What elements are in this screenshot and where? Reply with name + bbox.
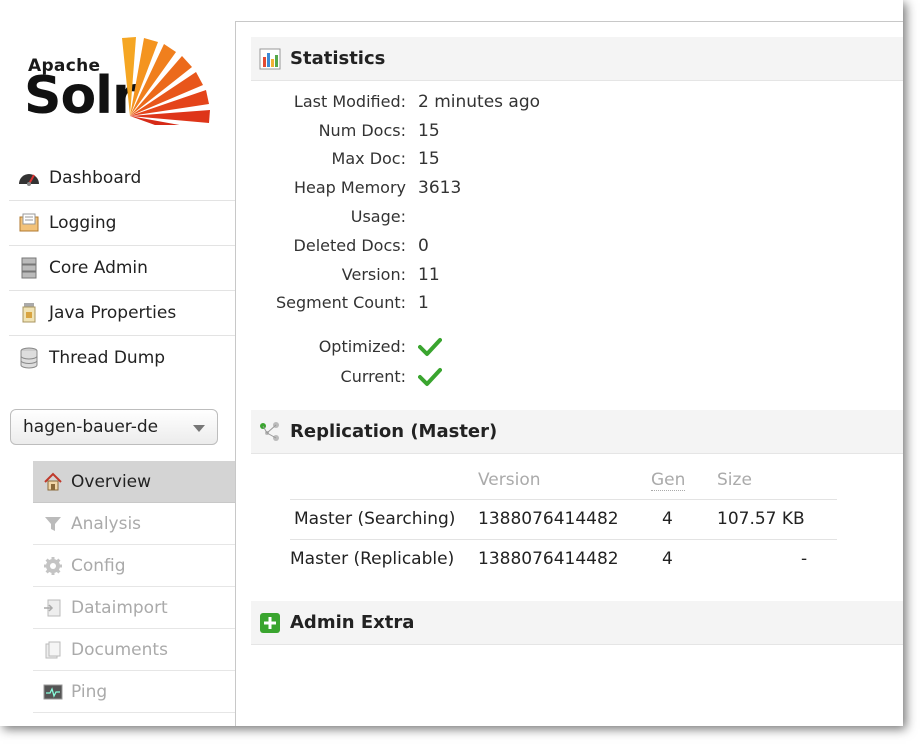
core-admin-icon: [21, 257, 37, 279]
core-menu-label: Config: [71, 555, 126, 576]
row-divider: [290, 539, 837, 540]
core-menu-item-ping[interactable]: Ping: [33, 671, 236, 713]
replication-title: Replication (Master): [290, 421, 498, 442]
nav-item-dashboard[interactable]: Dashboard: [9, 156, 236, 201]
logging-icon: [19, 213, 39, 232]
bar-chart-icon: [259, 48, 281, 69]
nav-item-label: Dashboard: [49, 168, 142, 188]
check-icon: [418, 338, 442, 356]
funnel-icon: [45, 516, 61, 531]
dashboard-icon: [19, 174, 39, 186]
stat-label: Version:: [341, 265, 406, 284]
statistics-title: Statistics: [290, 48, 386, 69]
stat-value: 1: [418, 293, 429, 313]
check-icon: [418, 368, 442, 386]
solr-sun-icon: [122, 37, 210, 125]
statistics-header: Statistics: [251, 37, 903, 81]
stat-label: Optimized:: [318, 337, 406, 356]
row-version: 1388076414482: [478, 549, 619, 569]
core-menu-item-overview[interactable]: Overview: [33, 461, 236, 503]
column-header-gen: Gen: [651, 470, 686, 491]
row-size: 107.57 KB: [717, 509, 805, 529]
column-header-size: Size: [717, 470, 752, 490]
stat-label: Current:: [340, 367, 406, 386]
admin-extra-title: Admin Extra: [290, 612, 415, 633]
core-menu-item-analysis[interactable]: Analysis: [33, 503, 236, 545]
stat-value: 15: [418, 149, 440, 169]
stat-label: Usage:: [350, 207, 406, 226]
row-gen: 4: [662, 509, 673, 529]
stat-label: Num Docs:: [318, 121, 406, 140]
stat-value: 15: [418, 121, 440, 141]
stat-value: 0: [418, 236, 429, 256]
plus-icon: [260, 612, 280, 633]
core-menu-label: Dataimport: [71, 597, 168, 618]
row-version: 1388076414482: [478, 509, 619, 529]
admin-extra-header[interactable]: Admin Extra: [251, 601, 903, 645]
stat-value: 3613: [418, 178, 462, 198]
nav-item-logging[interactable]: Logging: [9, 201, 236, 246]
core-menu-item-documents[interactable]: Documents: [33, 629, 236, 671]
nav-item-java-properties[interactable]: Java Properties: [9, 291, 236, 336]
nav-item-thread-dump[interactable]: Thread Dump: [9, 336, 236, 380]
stat-label: Segment Count:: [276, 293, 406, 312]
stat-label: Last Modified:: [293, 92, 406, 111]
home-icon: [44, 472, 62, 490]
core-selector-value: hagen-bauer-de: [23, 417, 159, 437]
gear-icon: [44, 556, 62, 575]
row-name: Master (Searching): [294, 509, 456, 529]
main-nav: Dashboard Logging Core Admin Java Proper…: [9, 156, 236, 380]
chevron-down-icon: [193, 425, 205, 432]
row-name: Master (Replicable): [290, 549, 455, 569]
core-menu-item-dataimport[interactable]: Dataimport: [33, 587, 236, 629]
nav-item-label: Core Admin: [49, 258, 148, 278]
replication-icon: [260, 421, 279, 441]
column-header-version: Version: [478, 470, 541, 490]
row-gen: 4: [662, 549, 673, 569]
documents-icon: [45, 641, 61, 658]
solr-admin-window: Apache Solr Dashboard Logging Core Admin…: [0, 0, 903, 726]
ping-icon: [43, 684, 63, 699]
nav-item-label: Thread Dump: [49, 348, 166, 368]
java-properties-icon: [22, 303, 36, 323]
thread-dump-icon: [20, 347, 38, 369]
solr-logo[interactable]: Apache Solr: [24, 30, 214, 140]
stat-label: Deleted Docs:: [293, 236, 406, 255]
nav-item-label: Logging: [49, 213, 117, 233]
row-size: -: [801, 549, 808, 569]
core-menu-label: Analysis: [71, 513, 142, 534]
stat-value: 11: [418, 265, 440, 285]
core-selector[interactable]: hagen-bauer-de: [10, 409, 218, 445]
main-content: Statistics Last Modified: 2 minutes ago …: [235, 21, 903, 726]
row-divider: [290, 499, 837, 500]
replication-header: Replication (Master): [251, 410, 903, 454]
stat-label: Heap Memory: [294, 178, 406, 197]
nav-item-core-admin[interactable]: Core Admin: [9, 246, 236, 291]
stat-value: 2 minutes ago: [418, 92, 541, 112]
core-menu: Overview Analysis Config Dataimport Docu…: [33, 461, 236, 713]
dataimport-icon: [44, 599, 61, 616]
nav-item-label: Java Properties: [49, 303, 177, 323]
stat-label: Max Doc:: [331, 149, 406, 168]
core-menu-label: Ping: [71, 681, 108, 702]
core-menu-item-config[interactable]: Config: [33, 545, 236, 587]
core-menu-label: Overview: [71, 471, 152, 492]
sidebar: Apache Solr Dashboard Logging Core Admin…: [0, 0, 236, 726]
core-menu-label: Documents: [71, 639, 168, 660]
